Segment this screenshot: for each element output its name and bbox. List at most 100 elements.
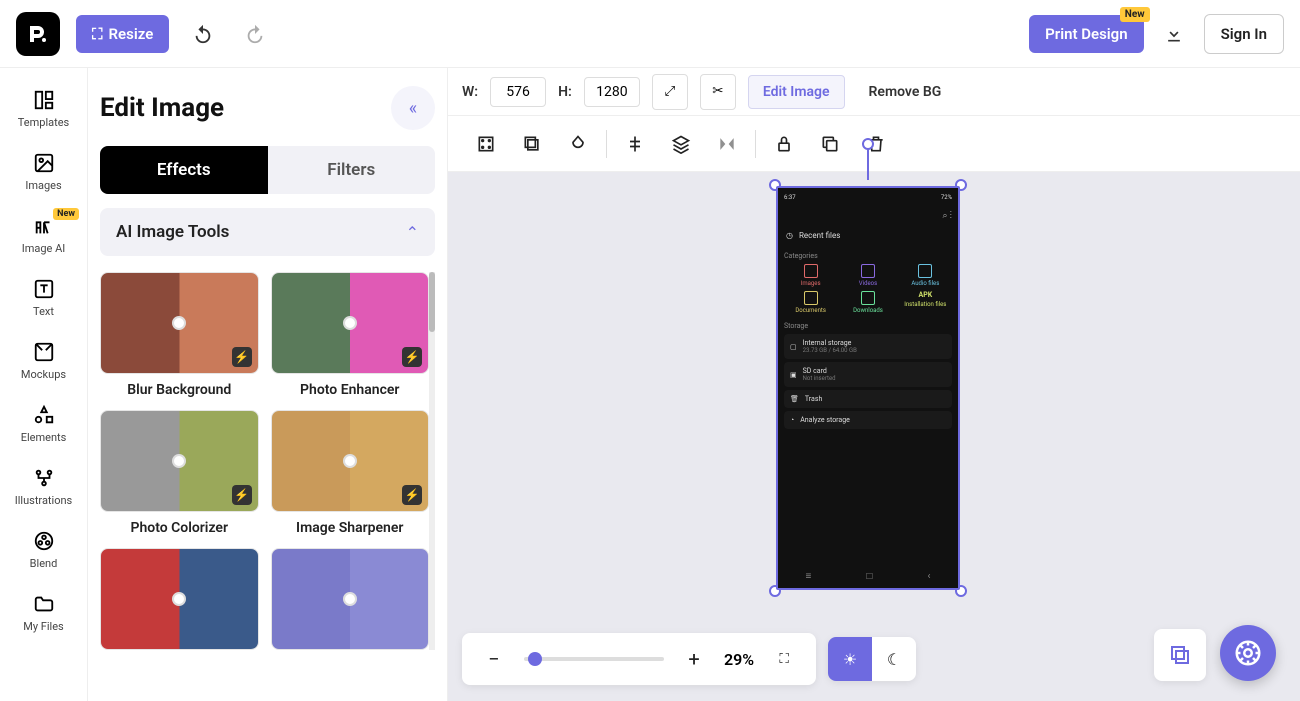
- sd-card-sub: Not inserted: [803, 375, 836, 382]
- text-icon: [32, 277, 56, 301]
- collapse-panel-button[interactable]: «: [391, 86, 435, 130]
- trash-icon: 🗑: [790, 395, 799, 403]
- chevron-left-icon: «: [409, 98, 417, 119]
- sun-icon: ☀: [843, 650, 857, 669]
- new-badge: New: [1120, 7, 1150, 22]
- sidebar-item-images[interactable]: Images: [0, 143, 87, 200]
- dark-mode-button[interactable]: ☾: [872, 637, 916, 681]
- cat-label: Downloads: [853, 307, 883, 314]
- tool-blur-background[interactable]: ⚡ Blur Background: [100, 272, 259, 398]
- opacity-button[interactable]: [560, 126, 596, 162]
- canvas[interactable]: 6:37 72% ⌕ ⋮ ◷Recent files Categories Im…: [448, 172, 1300, 701]
- phone-storage-label: Storage: [784, 322, 952, 330]
- resize-label: Resize: [109, 25, 154, 43]
- sidebar-item-blend[interactable]: Blend: [0, 521, 87, 578]
- search-icon: ⌕: [942, 211, 947, 221]
- internal-storage-sub: 23.73 GB / 64.00 GB: [803, 347, 857, 354]
- width-label: W:: [462, 84, 478, 100]
- rotate-handle[interactable]: [862, 138, 874, 150]
- chevron-up-icon: ⌃: [406, 223, 419, 242]
- sidebar-item-templates[interactable]: Templates: [0, 80, 87, 137]
- image-ai-icon: [32, 214, 56, 238]
- blend-icon: [32, 529, 56, 553]
- apk-label: APK: [918, 291, 932, 299]
- zoom-out-button[interactable]: −: [476, 641, 512, 677]
- divider: [755, 130, 756, 158]
- bolt-icon: ⚡: [232, 485, 252, 505]
- analyze-label: Analyze storage: [800, 416, 850, 424]
- sign-in-label: Sign In: [1221, 25, 1267, 43]
- accordion-title: AI Image Tools: [116, 222, 229, 242]
- tool-image-sharpener[interactable]: ⚡ Image Sharpener: [271, 410, 430, 536]
- nav-sidebar: Templates Images New Image AI Text Mocku…: [0, 68, 88, 701]
- zoom-in-button[interactable]: +: [676, 641, 712, 677]
- zoom-slider[interactable]: [524, 657, 664, 661]
- sidebar-label: My Files: [23, 620, 63, 633]
- redo-button[interactable]: [237, 16, 273, 52]
- crop-button[interactable]: ✂: [700, 74, 736, 110]
- app-logo[interactable]: [16, 12, 60, 56]
- position-button[interactable]: [468, 126, 504, 162]
- elements-icon: [32, 403, 56, 427]
- sidebar-label: Templates: [18, 116, 69, 129]
- align-button[interactable]: [617, 126, 653, 162]
- resize-button[interactable]: ⛶ Resize: [76, 15, 169, 53]
- divider: [606, 130, 607, 158]
- fullscreen-button[interactable]: ⛶: [766, 641, 802, 677]
- tool-label: Blur Background: [127, 382, 231, 398]
- sidebar-item-my-files[interactable]: My Files: [0, 584, 87, 641]
- cat-label: Installation files: [904, 301, 946, 308]
- layers-fab[interactable]: [1154, 629, 1206, 681]
- mockups-icon: [32, 340, 56, 364]
- download-button[interactable]: [1156, 16, 1192, 52]
- zoom-value: 29%: [724, 650, 754, 669]
- storage-icon: ▢: [790, 343, 797, 351]
- undo-button[interactable]: [185, 16, 221, 52]
- nav-back-icon: ‹: [927, 571, 930, 582]
- sidebar-item-mockups[interactable]: Mockups: [0, 332, 87, 389]
- tool-photo-enhancer[interactable]: ⚡ Photo Enhancer: [271, 272, 430, 398]
- expand-icon: ⤢: [665, 84, 676, 99]
- tool-item-6[interactable]: [271, 548, 430, 650]
- sidebar-item-elements[interactable]: Elements: [0, 395, 87, 452]
- sidebar-label: Images: [25, 179, 61, 192]
- accordion-ai-tools[interactable]: AI Image Tools ⌃: [100, 208, 435, 256]
- flip-button[interactable]: [709, 126, 745, 162]
- edit-image-button[interactable]: Edit Image: [748, 75, 845, 109]
- internal-storage: Internal storage: [803, 339, 857, 347]
- light-mode-button[interactable]: ☀: [828, 637, 872, 681]
- nav-recents-icon: ≡: [806, 571, 812, 582]
- phone-categories-label: Categories: [784, 252, 952, 260]
- sidebar-label: Mockups: [21, 368, 66, 381]
- phone-time: 6:37: [784, 194, 796, 201]
- images-icon: [32, 151, 56, 175]
- sidebar-label: Illustrations: [15, 494, 72, 507]
- sign-in-button[interactable]: Sign In: [1204, 14, 1284, 54]
- width-input[interactable]: [490, 77, 546, 107]
- help-button[interactable]: [1220, 625, 1276, 681]
- remove-bg-button[interactable]: Remove BG: [857, 76, 954, 108]
- lock-button[interactable]: [766, 126, 802, 162]
- trash-label: Trash: [805, 395, 822, 403]
- sidebar-item-illustrations[interactable]: Illustrations: [0, 458, 87, 515]
- cat-label: Videos: [859, 280, 877, 287]
- layers-button[interactable]: [663, 126, 699, 162]
- panel-scrollbar[interactable]: [429, 272, 435, 650]
- copy-button[interactable]: [812, 126, 848, 162]
- tab-filters[interactable]: Filters: [268, 146, 436, 194]
- templates-icon: [32, 88, 56, 112]
- crop-icon: ✂: [712, 84, 723, 99]
- print-design-label: Print Design: [1045, 25, 1127, 43]
- tab-effects[interactable]: Effects: [100, 146, 268, 194]
- selected-image[interactable]: 6:37 72% ⌕ ⋮ ◷Recent files Categories Im…: [776, 186, 960, 590]
- sidebar-item-image-ai[interactable]: New Image AI: [0, 206, 87, 263]
- duplicate-layer-button[interactable]: [514, 126, 550, 162]
- sd-icon: ▣: [790, 371, 797, 379]
- height-input[interactable]: [584, 77, 640, 107]
- sidebar-label: Image AI: [22, 242, 66, 255]
- expand-button[interactable]: ⤢: [652, 74, 688, 110]
- tool-photo-colorizer[interactable]: ⚡ Photo Colorizer: [100, 410, 259, 536]
- tool-item-5[interactable]: [100, 548, 259, 650]
- sidebar-item-text[interactable]: Text: [0, 269, 87, 326]
- bolt-icon: ⚡: [402, 485, 422, 505]
